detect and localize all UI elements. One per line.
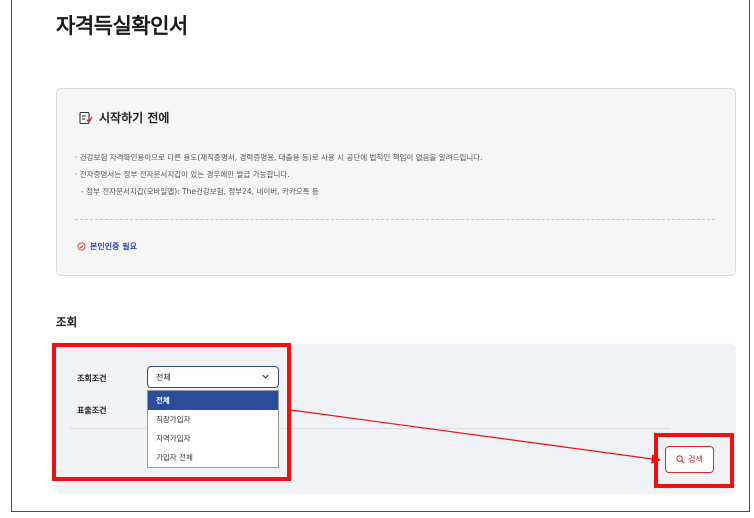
annotation-arrow bbox=[290, 409, 662, 464]
